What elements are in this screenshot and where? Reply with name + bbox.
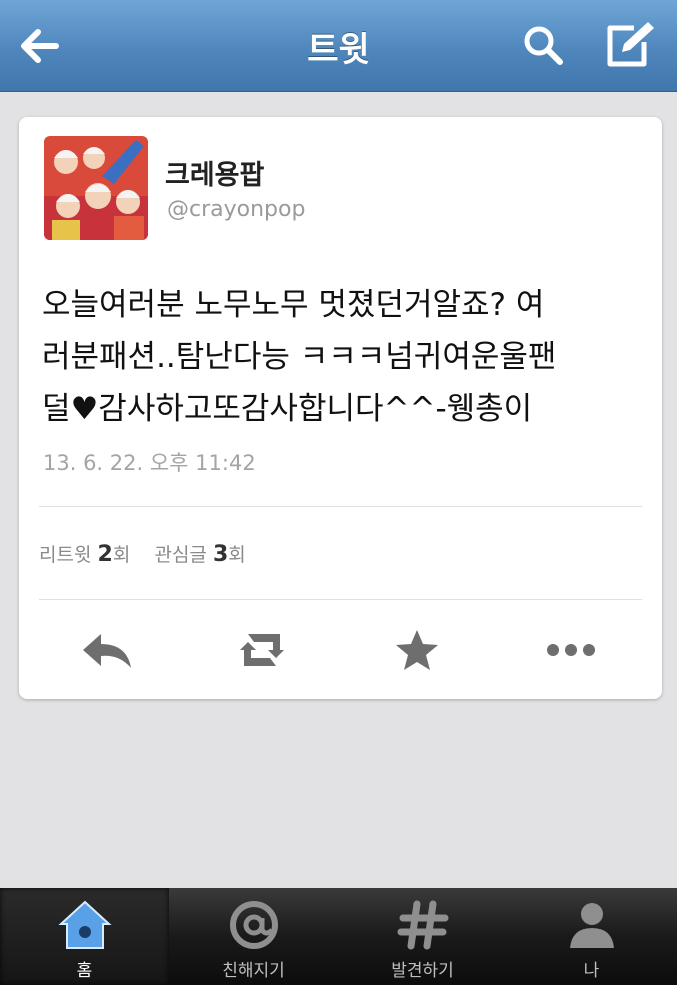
at-icon [229, 901, 278, 949]
tweet-card: 크레용팝 @crayonpop 오늘여러분 노무노무 멋졌던거알죠? 여 러분패… [19, 117, 662, 699]
retweet-icon[interactable] [232, 622, 292, 678]
home-icon [57, 900, 112, 949]
tab-label: 홈 [76, 961, 93, 981]
avatar[interactable] [44, 136, 148, 240]
divider [39, 599, 642, 600]
page-title: 트윗 [307, 30, 370, 70]
favorite-label: 관심글 [154, 544, 207, 566]
favorite-star-icon[interactable] [387, 622, 447, 678]
tab-discover[interactable]: 발견하기 [338, 888, 507, 985]
retweet-count: 2 [97, 542, 113, 567]
tab-label: 친해지기 [222, 961, 285, 981]
display-name[interactable]: 크레용팝 [165, 153, 264, 192]
user-handle[interactable]: @crayonpop [167, 197, 305, 222]
tab-label: 발견하기 [391, 961, 454, 981]
retweet-label: 리트윗 [39, 544, 92, 566]
tweet-stats: 리트윗 2회 관심글 3회 [39, 540, 246, 567]
retweet-unit: 회 [112, 544, 131, 566]
search-icon[interactable] [520, 22, 566, 68]
tab-bar: 홈 친해지기 발견하기 나 [0, 888, 677, 985]
tab-connect[interactable]: 친해지기 [169, 888, 338, 985]
compose-icon[interactable] [604, 20, 656, 68]
tweet-text-line: 덜♥감사하고또감사합니다^^-웽총이 [42, 391, 533, 427]
tab-me[interactable]: 나 [507, 888, 676, 985]
navigation-bar: 트윗 [0, 0, 677, 92]
favorite-count-link[interactable]: 관심글 3회 [154, 542, 246, 567]
tweet-text-line: 러분패션..탐난다능 ㅋㅋㅋ넘귀여운울팬 [42, 339, 557, 375]
more-dots-icon[interactable] [541, 622, 601, 678]
profile-icon [569, 903, 614, 948]
divider [39, 506, 642, 507]
retweet-count-link[interactable]: 리트윗 2회 [39, 542, 131, 567]
tweet-detail-view: 크레용팝 @crayonpop 오늘여러분 노무노무 멋졌던거알죠? 여 러분패… [0, 93, 677, 888]
favorite-unit: 회 [228, 544, 246, 566]
tab-home[interactable]: 홈 [0, 888, 169, 985]
tab-label: 나 [583, 961, 600, 981]
tweet-timestamp: 13. 6. 22. 오후 11:42 [43, 451, 256, 475]
hash-icon [397, 900, 448, 950]
reply-icon[interactable] [77, 622, 137, 678]
favorite-count: 3 [212, 542, 229, 567]
tweet-text-line: 오늘여러분 노무노무 멋졌던거알죠? 여 [42, 287, 545, 323]
tweet-text: 오늘여러분 노무노무 멋졌던거알죠? 여 러분패션..탐난다능 ㅋㅋㅋ넘귀여운울… [42, 279, 652, 435]
